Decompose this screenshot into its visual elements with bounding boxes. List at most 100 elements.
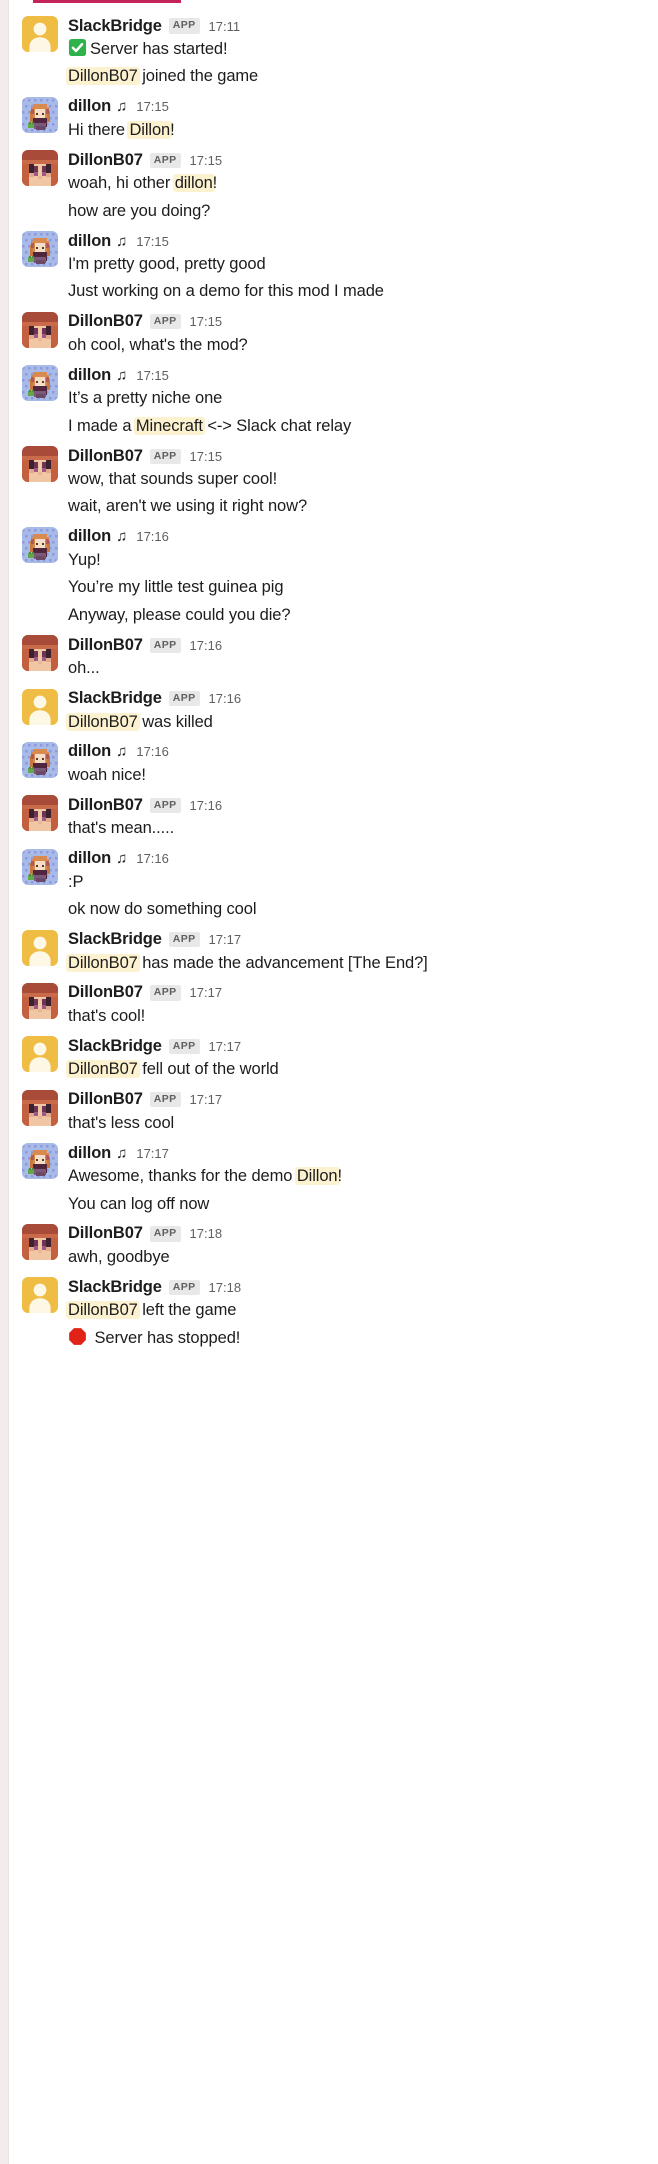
message-row[interactable]: SlackBridge APP 17:16 DillonB07 was killed (0, 688, 658, 734)
avatar[interactable] (22, 982, 58, 1019)
avatar[interactable] (22, 150, 58, 187)
message-author[interactable]: dillon (68, 1144, 111, 1163)
message-continuation-row[interactable]: You can log off now (0, 1192, 658, 1216)
message-continuation-row[interactable]: You’re my little test guinea pig (0, 575, 658, 599)
message-row[interactable]: DillonB07 APP 17:17 that's cool! (0, 982, 658, 1028)
message-author[interactable]: SlackBridge (68, 1278, 162, 1297)
message-timestamp[interactable]: 17:17 (209, 933, 242, 946)
message-timestamp[interactable]: 17:18 (190, 1227, 223, 1240)
message-timestamp[interactable]: 17:17 (136, 1147, 169, 1160)
app-badge: APP (168, 1038, 200, 1054)
mention-highlight[interactable]: DillonB07 (66, 1060, 140, 1079)
message-timestamp[interactable]: 17:15 (190, 154, 223, 167)
mention-highlight[interactable]: Dillon (127, 120, 173, 139)
message-continuation-row[interactable]: Server has stopped! (0, 1326, 658, 1350)
avatar[interactable] (22, 96, 58, 133)
avatar[interactable] (22, 1223, 58, 1260)
message-row[interactable]: dillon ♫ 17:15 Hi there Dillon! (0, 96, 658, 142)
message-author[interactable]: SlackBridge (68, 17, 162, 36)
message-author[interactable]: SlackBridge (68, 930, 162, 949)
message-author[interactable]: dillon (68, 97, 111, 116)
avatar[interactable] (22, 929, 58, 966)
avatar[interactable] (22, 848, 58, 885)
message-timestamp[interactable]: 17:18 (209, 1281, 242, 1294)
mention-highlight[interactable]: DillonB07 (66, 67, 140, 86)
avatar[interactable] (22, 1277, 58, 1314)
message-timestamp[interactable]: 17:16 (136, 530, 169, 543)
message-row[interactable]: DillonB07 APP 17:15 wow, that sounds super … (0, 446, 658, 491)
message-author[interactable]: DillonB07 (68, 1224, 143, 1243)
message-timestamp[interactable]: 17:15 (190, 450, 223, 463)
avatar[interactable] (22, 446, 58, 483)
message-row[interactable]: DillonB07 APP 17:16 that's mean..... (0, 795, 658, 840)
message-timestamp[interactable]: 17:17 (190, 1093, 223, 1106)
message-row[interactable]: SlackBridge APP 17:17 DillonB07 fell out of… (0, 1036, 658, 1081)
message-continuation-row[interactable]: ok now do something cool (0, 897, 658, 921)
message-continuation-row[interactable]: how are you doing? (0, 199, 658, 223)
message-timestamp[interactable]: 17:16 (136, 745, 169, 758)
message-row[interactable]: DillonB07 APP 17:15 oh cool, what's the mod… (0, 311, 658, 357)
message-row[interactable]: DillonB07 APP 17:18 awh, goodbye (0, 1223, 658, 1269)
message-timestamp[interactable]: 17:15 (136, 235, 169, 248)
message-author[interactable]: dillon (68, 849, 111, 868)
message-continuation-row[interactable]: Anyway, please could you die? (0, 603, 658, 627)
message-row[interactable]: dillon ♫ 17:15 I'm pretty good, pretty good (0, 231, 658, 276)
avatar[interactable] (22, 526, 58, 563)
avatar[interactable] (22, 688, 58, 725)
message-author[interactable]: DillonB07 (68, 447, 143, 466)
avatar[interactable] (22, 1036, 58, 1073)
message-author[interactable]: dillon (68, 232, 111, 251)
message-row[interactable]: DillonB07 APP 17:17 that's less cool (0, 1089, 658, 1135)
message-continuation-row[interactable]: wait, aren't we using it right now? (0, 494, 658, 518)
avatar[interactable] (22, 741, 58, 778)
message-author[interactable]: dillon (68, 527, 111, 546)
message-author[interactable]: SlackBridge (68, 689, 162, 708)
message-row[interactable]: dillon ♫ 17:16 Yup! (0, 526, 658, 572)
message-timestamp[interactable]: 17:16 (190, 639, 223, 652)
avatar[interactable] (22, 231, 58, 268)
message-author[interactable]: DillonB07 (68, 151, 143, 170)
avatar[interactable] (22, 365, 58, 402)
message-continuation-row[interactable]: DillonB07 joined the game (0, 64, 658, 88)
avatar[interactable] (22, 1089, 58, 1126)
message-author[interactable]: dillon (68, 742, 111, 761)
message-row[interactable]: dillon ♫ 17:16 woah nice! (0, 741, 658, 787)
message-continuation-row[interactable]: Just working on a demo for this mod I ma… (0, 279, 658, 303)
message-timestamp[interactable]: 17:17 (190, 986, 223, 999)
message-timestamp[interactable]: 17:15 (136, 369, 169, 382)
avatar[interactable] (22, 1143, 58, 1180)
avatar[interactable] (22, 795, 58, 832)
message-row[interactable]: dillon ♫ 17:17 Awesome, thanks for the demo… (0, 1143, 658, 1188)
message-timestamp[interactable]: 17:17 (209, 1040, 242, 1053)
message-timestamp[interactable]: 17:16 (190, 799, 223, 812)
message-timestamp[interactable]: 17:15 (136, 100, 169, 113)
message-row[interactable]: DillonB07 APP 17:15 woah, hi other dillon! (0, 150, 658, 195)
message-timestamp[interactable]: 17:16 (209, 692, 242, 705)
message-author[interactable]: DillonB07 (68, 1090, 143, 1109)
mention-highlight[interactable]: Dillon (294, 1167, 340, 1186)
message-timestamp[interactable]: 17:11 (209, 20, 241, 33)
message-author[interactable]: DillonB07 (68, 983, 143, 1002)
avatar[interactable] (22, 16, 58, 52)
message-author[interactable]: dillon (68, 366, 111, 385)
message-row[interactable]: SlackBridge APP 17:11 Server has started! (0, 16, 658, 61)
mention-highlight[interactable]: dillon (172, 174, 215, 193)
mention-highlight[interactable]: DillonB07 (66, 953, 140, 972)
message-continuation-row[interactable]: I made a Minecraft <-> Slack chat relay (0, 414, 658, 438)
mention-highlight[interactable]: Minecraft (133, 416, 205, 435)
mention-highlight[interactable]: DillonB07 (66, 1301, 140, 1320)
message-author[interactable]: DillonB07 (68, 636, 143, 655)
mention-highlight[interactable]: DillonB07 (66, 712, 140, 731)
message-row[interactable]: SlackBridge APP 17:18 DillonB07 left the ga… (0, 1277, 658, 1322)
message-row[interactable]: dillon ♫ 17:16:P (0, 848, 658, 894)
message-row[interactable]: DillonB07 APP 17:16 oh... (0, 635, 658, 680)
message-author[interactable]: DillonB07 (68, 796, 143, 815)
avatar[interactable] (22, 311, 58, 348)
message-author[interactable]: SlackBridge (68, 1037, 162, 1056)
message-row[interactable]: SlackBridge APP 17:17 DillonB07 has made th… (0, 929, 658, 975)
message-timestamp[interactable]: 17:15 (190, 315, 223, 328)
message-timestamp[interactable]: 17:16 (136, 852, 169, 865)
message-row[interactable]: dillon ♫ 17:15 It’s a pretty niche one (0, 365, 658, 410)
message-author[interactable]: DillonB07 (68, 312, 143, 331)
avatar[interactable] (22, 635, 58, 672)
